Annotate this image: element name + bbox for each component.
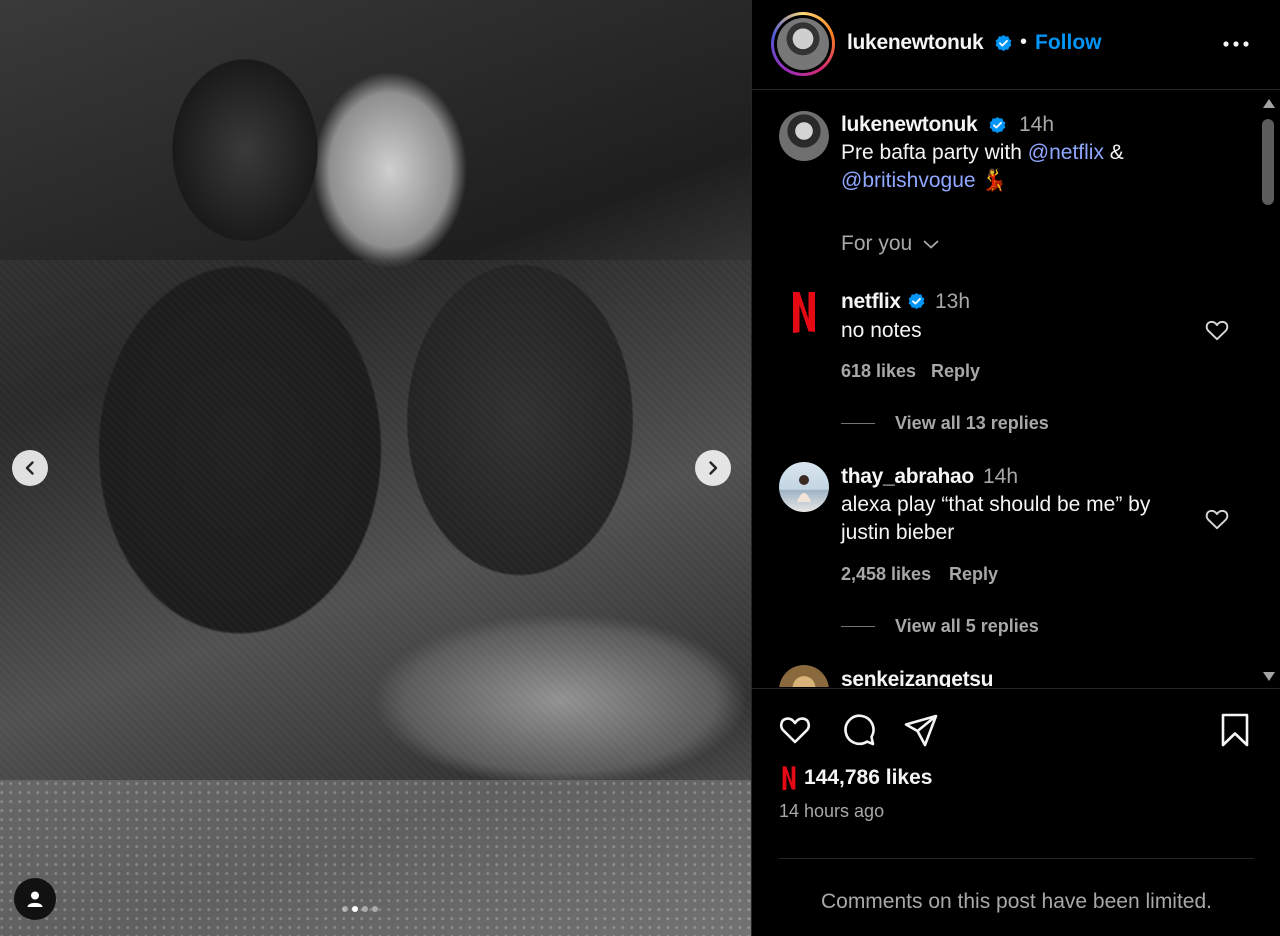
photo-background-floor <box>0 780 751 936</box>
post-header: lukenewtonuk • Follow <box>752 0 1280 90</box>
commenter-username[interactable]: netflix <box>841 290 901 314</box>
commenter-username[interactable]: thay_abrahao <box>841 465 974 489</box>
carousel-dot <box>362 906 368 912</box>
carousel-dot-active <box>352 906 358 912</box>
view-replies-label: View all 13 replies <box>895 413 1049 433</box>
comment-like-heart-icon[interactable] <box>1204 506 1230 532</box>
comment-text: alexa play “that should be me” by justin… <box>841 493 1151 544</box>
comment-like-heart-icon[interactable] <box>1204 317 1230 343</box>
header-separator: • <box>1020 31 1028 53</box>
netflix-logo-icon <box>793 292 815 333</box>
follow-button[interactable]: Follow <box>1035 31 1102 55</box>
more-options-button[interactable] <box>1222 30 1250 58</box>
mention-link-netflix[interactable]: @netflix <box>1028 141 1104 164</box>
comment-text: no notes <box>841 319 922 342</box>
comment-timestamp[interactable]: 14h <box>983 465 1018 489</box>
comments-sort-dropdown[interactable]: For you <box>841 232 940 256</box>
verified-badge-icon <box>995 34 1012 52</box>
author-avatar[interactable] <box>771 12 835 76</box>
post-side-panel: lukenewtonuk • Follow lukenewtonuk 14h P… <box>751 0 1280 936</box>
commenter-avatar-senkeizangetsu[interactable] <box>779 665 829 687</box>
save-bookmark-icon[interactable] <box>1217 712 1253 748</box>
user-icon <box>27 891 43 907</box>
view-replies-label: View all 5 replies <box>895 616 1039 636</box>
scroll-up-arrow-icon[interactable] <box>1263 99 1275 108</box>
like-heart-icon[interactable] <box>777 712 813 748</box>
comment-reply-button[interactable]: Reply <box>931 361 980 382</box>
carousel-dot <box>372 906 378 912</box>
replies-line <box>841 626 875 627</box>
view-replies-button[interactable]: View all 5 replies <box>841 616 1039 637</box>
dancer-emoji: 💃 <box>981 169 1008 192</box>
comment-reply-button[interactable]: Reply <box>949 564 998 585</box>
more-horizontal-icon <box>1223 41 1249 47</box>
scroll-down-arrow-icon[interactable] <box>1263 672 1275 681</box>
verified-badge-icon <box>908 292 925 310</box>
author-avatar-image <box>777 18 829 70</box>
caption-author-username[interactable]: lukenewtonuk <box>841 113 978 137</box>
chevron-right-icon <box>709 461 718 475</box>
comment-like-count[interactable]: 2,458 likes <box>841 564 931 585</box>
caption-text-part: & <box>1103 141 1124 164</box>
carousel-dot <box>342 906 348 912</box>
post-timestamp[interactable]: 14 hours ago <box>779 801 884 822</box>
comments-list[interactable]: lukenewtonuk 14h Pre bafta party with @n… <box>752 91 1280 687</box>
author-username[interactable]: lukenewtonuk <box>847 31 984 55</box>
comment-timestamp[interactable]: 13h <box>935 290 970 314</box>
likes-summary[interactable]: 144,786 likes <box>782 765 932 791</box>
tagged-users-button[interactable] <box>14 878 56 920</box>
commenter-username[interactable]: senkeizangetsu <box>841 668 994 687</box>
chevron-down-icon <box>923 240 939 249</box>
mention-link-britishvogue[interactable]: @britishvogue <box>841 169 976 192</box>
chevron-left-icon <box>25 461 34 475</box>
carousel-indicator <box>342 906 378 912</box>
caption-text-part: Pre bafta party with <box>841 141 1028 164</box>
share-send-icon[interactable] <box>903 712 939 748</box>
comments-limited-notice: Comments on this post have been limited. <box>820 890 1213 913</box>
likes-count[interactable]: 144,786 likes <box>804 766 932 790</box>
comments-sort-label: For you <box>841 232 913 255</box>
comment-bubble-icon[interactable] <box>841 712 877 748</box>
commenter-avatar-netflix[interactable] <box>779 287 829 337</box>
carousel-next-button[interactable] <box>695 450 731 486</box>
commenter-avatar-thay-abrahao[interactable] <box>779 462 829 512</box>
scrollbar-thumb[interactable] <box>1262 119 1274 205</box>
comment-like-count[interactable]: 618 likes <box>841 361 916 382</box>
divider <box>779 858 1254 859</box>
avatar-photo-figure <box>797 475 811 502</box>
post-media[interactable] <box>0 0 751 936</box>
replies-line <box>841 423 875 424</box>
comments-scrollbar[interactable] <box>1255 91 1280 687</box>
carousel-prev-button[interactable] <box>12 450 48 486</box>
caption-timestamp: 14h <box>1019 113 1055 136</box>
photo-background-sofa <box>0 260 751 780</box>
netflix-logo-icon <box>782 766 796 791</box>
caption-text: Pre bafta party with @netflix & @british… <box>841 139 1221 195</box>
view-replies-button[interactable]: View all 13 replies <box>841 413 1049 434</box>
verified-badge-icon <box>989 116 1006 134</box>
post-actions-section: 144,786 likes 14 hours ago Comments on t… <box>752 688 1280 936</box>
caption-author-avatar[interactable] <box>779 111 829 161</box>
